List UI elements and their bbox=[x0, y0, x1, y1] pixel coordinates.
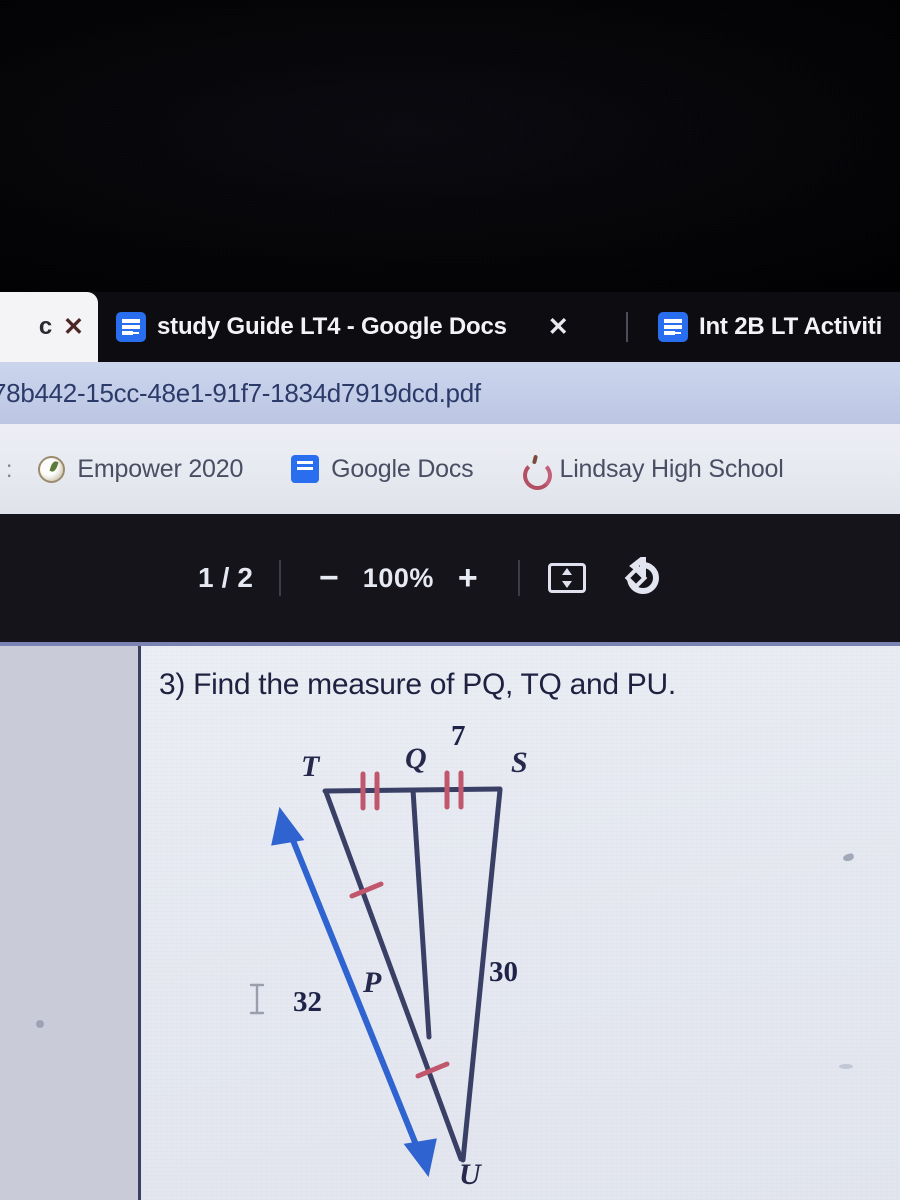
page-total: 2 bbox=[237, 562, 255, 593]
page-separator: / bbox=[221, 562, 232, 593]
measure-label-7: 7 bbox=[451, 720, 466, 752]
geometry-diagram bbox=[271, 770, 503, 1178]
vertex-label-U: U bbox=[459, 1158, 481, 1191]
vertex-label-Q: Q bbox=[405, 742, 427, 775]
apple-icon bbox=[521, 455, 553, 490]
vertex-label-P: P bbox=[363, 966, 382, 999]
bookmark-google-docs[interactable]: Google Docs bbox=[275, 455, 489, 484]
bookmark-label: Lindsay High School bbox=[559, 454, 784, 483]
bookmark-overflow-icon[interactable]: : bbox=[0, 456, 12, 483]
zoom-out-button[interactable]: − bbox=[305, 561, 353, 595]
zoom-in-button[interactable]: + bbox=[444, 561, 492, 595]
segment-QP bbox=[410, 787, 432, 1040]
pdf-viewer-toolbar: 1 / 2 − 100% + bbox=[0, 514, 900, 642]
tab-close-icon[interactable]: ✕ bbox=[63, 314, 84, 340]
url-text[interactable]: 78b442-15cc-48e1-91f7-1834d7919dcd.pdf bbox=[0, 378, 481, 409]
toolbar-divider bbox=[517, 560, 520, 596]
bookmark-lindsay-high-school[interactable]: Lindsay High School bbox=[505, 454, 799, 490]
google-docs-icon bbox=[658, 312, 688, 342]
text-ibeam-cursor bbox=[249, 983, 265, 1015]
pdf-viewer-area[interactable]: 3) Find the measure of PQ, TQ and PU. T … bbox=[0, 642, 900, 1200]
browser-tab-study-guide[interactable]: study Guide LT4 - Google Docs ✕ bbox=[102, 292, 583, 362]
tick-mark-PU bbox=[415, 1061, 450, 1079]
bookmark-label: Empower 2020 bbox=[77, 454, 244, 483]
google-docs-icon bbox=[116, 312, 146, 342]
rotate-icon[interactable] bbox=[622, 552, 664, 599]
bookmark-label: Google Docs bbox=[331, 454, 474, 483]
tab-title-study-guide: study Guide LT4 - Google Docs bbox=[157, 313, 507, 340]
browser-tab-strip: c ✕ study Guide LT4 - Google Docs ✕ Int … bbox=[0, 292, 900, 362]
tab-title-int2b: Int 2B LT Activiti bbox=[699, 313, 883, 340]
tab-close-icon[interactable]: ✕ bbox=[548, 314, 569, 340]
dark-bezel-region bbox=[0, 0, 900, 292]
sensor-noise-overlay bbox=[0, 0, 900, 292]
tab-divider bbox=[626, 312, 628, 342]
bookmarks-bar: : Empower 2020 Google Docs Lindsay High … bbox=[0, 424, 900, 514]
screenshot-root: c ✕ study Guide LT4 - Google Docs ✕ Int … bbox=[0, 0, 900, 1200]
vertex-label-S: S bbox=[511, 746, 528, 779]
pdf-page: 3) Find the measure of PQ, TQ and PU. T … bbox=[138, 646, 900, 1200]
measure-label-30: 30 bbox=[489, 956, 518, 988]
measure-label-32: 32 bbox=[293, 986, 322, 1018]
browser-tab-int2b[interactable]: Int 2B LT Activiti bbox=[644, 292, 896, 362]
tick-mark-TP bbox=[349, 881, 384, 899]
empower-icon bbox=[38, 455, 66, 483]
fit-page-icon[interactable] bbox=[547, 563, 586, 593]
address-bar[interactable]: 78b442-15cc-48e1-91f7-1834d7919dcd.pdf bbox=[0, 362, 900, 424]
bookmark-empower-2020[interactable]: Empower 2020 bbox=[22, 455, 259, 484]
toolbar-divider bbox=[278, 560, 281, 596]
zoom-level-label: 100% bbox=[362, 562, 434, 593]
browser-tab-active[interactable]: c ✕ bbox=[0, 292, 98, 362]
page-current[interactable]: 1 bbox=[198, 562, 216, 594]
page-speck bbox=[36, 1020, 44, 1028]
vertex-label-T: T bbox=[301, 750, 320, 783]
tab-title-active: c bbox=[38, 313, 53, 340]
google-docs-icon bbox=[291, 455, 320, 483]
